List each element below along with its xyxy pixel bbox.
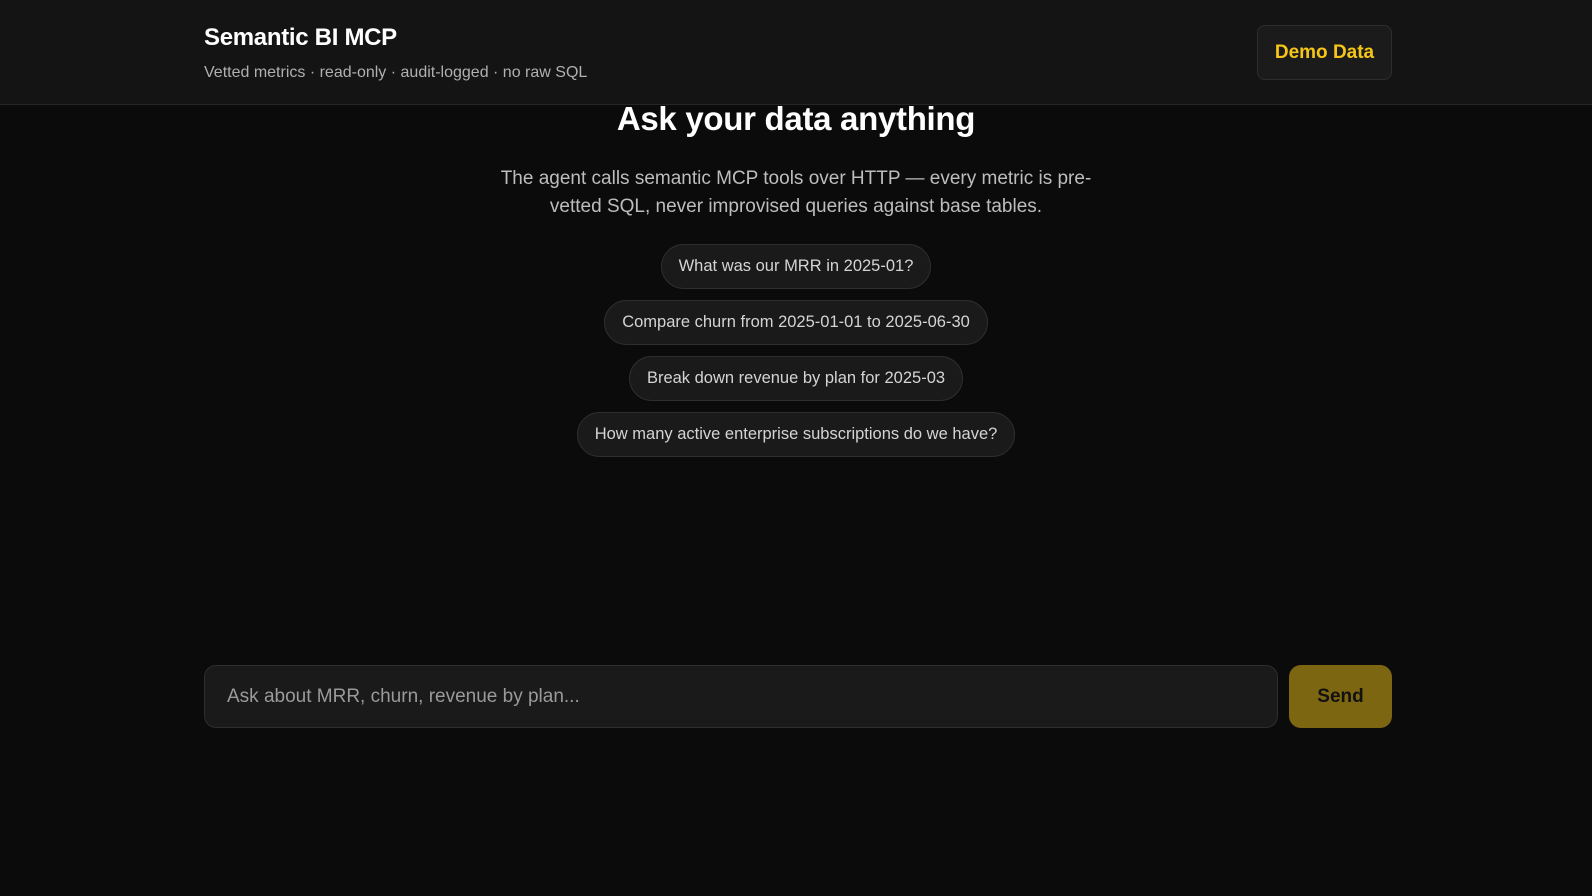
app-header: Semantic BI MCP Vetted metrics · read-on… bbox=[0, 0, 1592, 105]
suggestion-chip-churn[interactable]: Compare churn from 2025-01-01 to 2025-06… bbox=[604, 300, 988, 345]
send-button[interactable]: Send bbox=[1289, 665, 1392, 728]
question-input[interactable] bbox=[204, 665, 1278, 728]
suggestion-chip-revenue-by-plan[interactable]: Break down revenue by plan for 2025-03 bbox=[628, 356, 964, 401]
hero-description: The agent calls semantic MCP tools over … bbox=[500, 168, 1092, 217]
suggestion-chip-enterprise-subscriptions[interactable]: How many active enterprise subscriptions… bbox=[576, 412, 1016, 457]
hero-title: Ask your data anything bbox=[616, 100, 976, 137]
demo-data-button[interactable]: Demo Data bbox=[1257, 25, 1392, 80]
app-title: Semantic BI MCP bbox=[204, 24, 397, 51]
app-subtitle: Vetted metrics · read-only · audit-logge… bbox=[204, 64, 588, 81]
suggestion-chip-mrr[interactable]: What was our MRR in 2025-01? bbox=[660, 244, 932, 289]
suggestion-list: What was our MRR in 2025-01? Compare chu… bbox=[0, 244, 1592, 457]
